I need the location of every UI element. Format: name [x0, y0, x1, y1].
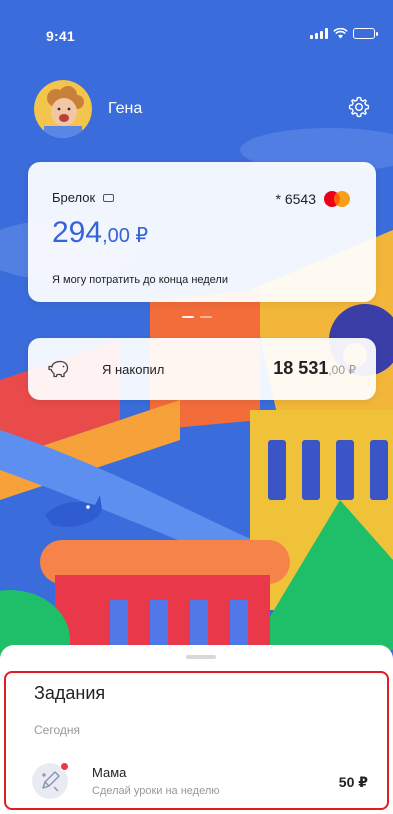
savings-amount-cents: ,00 ₽: [328, 363, 356, 377]
task-item[interactable]: Мама Сделай уроки на неделю 50 ₽: [28, 755, 372, 805]
card-balance-cents: ,00 ₽: [102, 225, 149, 247]
status-icons: [310, 28, 378, 39]
savings-amount: 18 531,00 ₽: [273, 358, 356, 379]
card-balance: 294,00 ₽: [52, 216, 148, 250]
settings-button[interactable]: [345, 93, 373, 121]
status-bar: 9:41: [0, 0, 393, 64]
page-dot: [200, 316, 212, 318]
card-caption: Я могу потратить до конца недели: [52, 274, 228, 286]
task-unread-badge: [60, 762, 69, 771]
status-time: 9:41: [46, 28, 75, 44]
card-name-row: Брелок: [52, 190, 115, 205]
card-name: Брелок: [52, 190, 96, 205]
tasks-date-group: Сегодня: [34, 723, 80, 737]
tasks-bottom-sheet[interactable]: Задания Сегодня Мама Сделай уроки на нед…: [0, 645, 393, 814]
savings-label: Я накопил: [102, 362, 165, 377]
profile-name: Гена: [108, 100, 143, 117]
card-balance-main: 294: [52, 216, 103, 249]
card-page-indicator: [182, 316, 212, 318]
card-number: * 6543: [275, 191, 316, 207]
profile[interactable]: Гена: [34, 80, 142, 138]
tasks-title: Задания: [34, 683, 106, 703]
piggy-bank-icon: [48, 360, 69, 378]
keyfob-card[interactable]: Брелок * 6543 294,00 ₽ Я могу потратить …: [28, 162, 376, 302]
keyfob-icon: [103, 193, 115, 202]
gear-icon: [348, 96, 370, 118]
wifi-icon: [333, 28, 348, 39]
task-subtitle: Сделай уроки на неделю: [92, 785, 220, 797]
cellular-signal-icon: [310, 28, 328, 39]
sheet-drag-handle[interactable]: [186, 655, 216, 659]
avatar[interactable]: [34, 80, 92, 138]
mastercard-icon: [324, 191, 350, 207]
battery-icon: [353, 28, 378, 39]
task-amount: 50 ₽: [338, 774, 368, 790]
savings-card[interactable]: Я накопил 18 531,00 ₽: [28, 338, 376, 400]
page-dot-active: [182, 316, 194, 318]
savings-amount-main: 18 531: [273, 358, 329, 378]
task-icon-wrap: [32, 762, 69, 799]
task-title: Мама: [92, 765, 127, 780]
